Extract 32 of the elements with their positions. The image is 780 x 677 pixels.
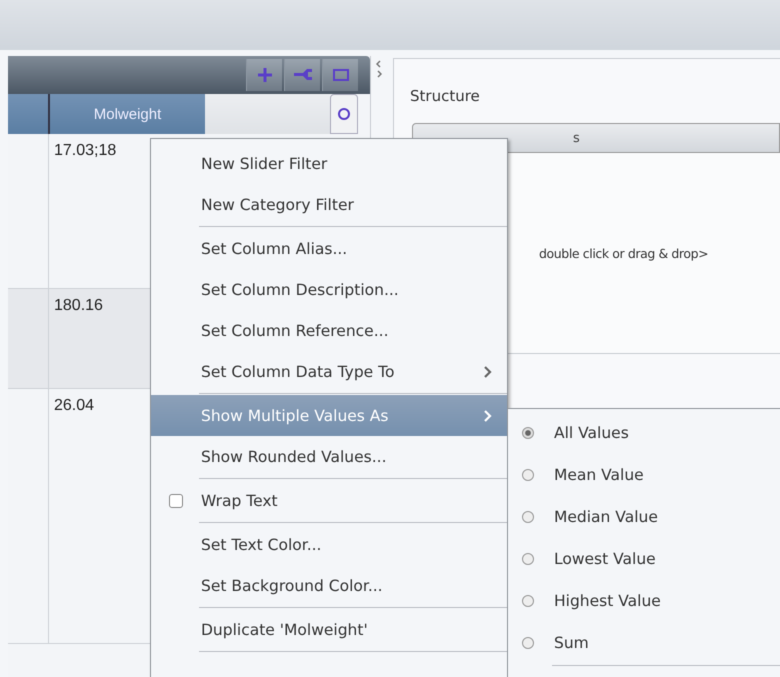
table-cell-text: 26.04 [53, 396, 96, 416]
menu-item[interactable]: Set Background Color... [151, 565, 507, 609]
panel-title: Structure [409, 86, 481, 107]
add-icon[interactable] [246, 59, 282, 91]
radio-button[interactable] [522, 427, 534, 439]
chevron-right-icon [483, 364, 493, 378]
radio-button[interactable] [522, 469, 534, 481]
menu-item[interactable]: Lowest Value [508, 538, 780, 580]
menu-item[interactable]: Sum [508, 622, 780, 664]
chevron-right-icon [483, 408, 493, 422]
menu-item[interactable]: All Values [508, 412, 780, 454]
search-icon [337, 107, 351, 121]
search-button[interactable] [330, 94, 358, 134]
column-header [8, 94, 50, 134]
checkbox[interactable] [169, 494, 183, 508]
menu-item[interactable]: Show Rounded Values... [151, 436, 507, 480]
radio-button[interactable] [522, 511, 534, 523]
table-cell-text: 17.03;18 [53, 141, 118, 161]
menu-item[interactable]: Set Column Data Type To [151, 351, 507, 395]
menu-item[interactable]: Wrap Text [151, 480, 507, 524]
menu-item[interactable]: Duplicate 'Molweight' [151, 609, 507, 653]
menu-item[interactable]: Median Value [508, 496, 780, 538]
menu-item[interactable]: Mean Value [508, 454, 780, 496]
radio-button[interactable] [522, 637, 534, 649]
menu-item[interactable]: Set Text Color... [151, 524, 507, 565]
radio-button[interactable] [522, 595, 534, 607]
window-icon[interactable] [322, 59, 358, 91]
drop-hint: double click or drag & drop> [539, 246, 708, 260]
table-cell-text: 180.16 [53, 296, 104, 316]
menu-item[interactable]: Highest Value [508, 580, 780, 622]
wrench-icon[interactable] [284, 59, 320, 91]
radio-button[interactable] [522, 553, 534, 565]
